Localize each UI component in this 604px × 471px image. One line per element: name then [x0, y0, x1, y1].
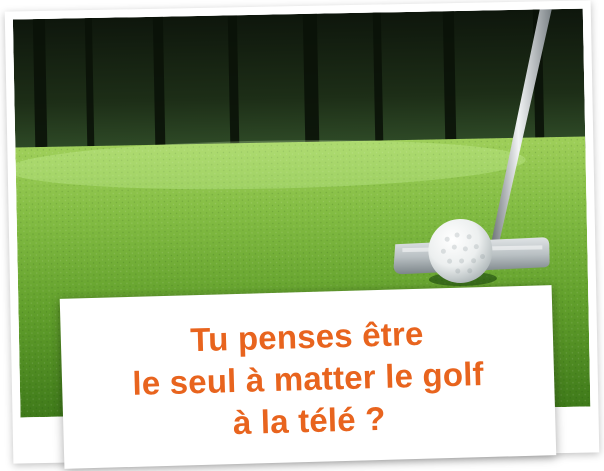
caption-headline: Tu penses être le seul à matter le golf … — [60, 309, 555, 449]
promo-card: Tu penses être le seul à matter le golf … — [0, 0, 604, 471]
caption-card: Tu penses être le seul à matter le golf … — [59, 285, 557, 469]
